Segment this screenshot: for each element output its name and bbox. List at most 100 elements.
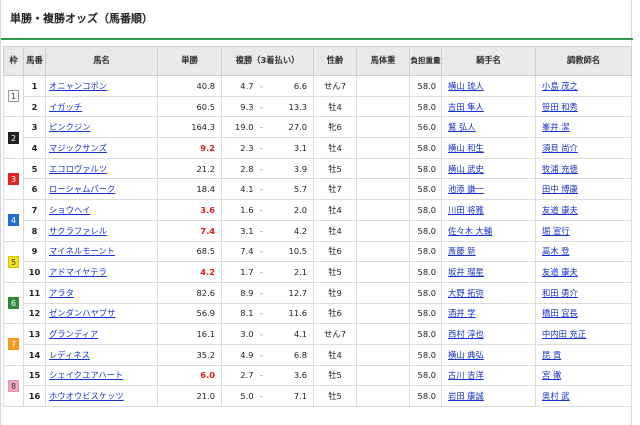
horse-link[interactable]: エコロヴァルツ bbox=[49, 164, 107, 174]
trainer-link[interactable]: 友道 康夫 bbox=[542, 267, 578, 277]
trainer-link[interactable]: 峯井 潔 bbox=[542, 122, 570, 132]
place-odds-low: 19.0 bbox=[221, 116, 256, 139]
horse-cell: アドマイヤテラ bbox=[45, 261, 158, 283]
trainer-cell: 笹田 和秀 bbox=[535, 95, 633, 118]
umaban-cell: 16 bbox=[23, 385, 46, 407]
jockey-link[interactable]: 横山 琉人 bbox=[448, 81, 484, 91]
trainer-link[interactable]: 橋田 宜長 bbox=[542, 308, 578, 318]
place-odds-separator: - bbox=[255, 137, 268, 159]
weight-cell bbox=[356, 199, 411, 221]
trainer-link[interactable]: 田中 博康 bbox=[542, 184, 578, 194]
horse-link[interactable]: イガッチ bbox=[49, 102, 82, 112]
jockey-link[interactable]: 横山 典弘 bbox=[448, 350, 484, 360]
trainer-link[interactable]: 牧浦 充徳 bbox=[542, 164, 578, 174]
umaban-cell: 14 bbox=[23, 343, 46, 366]
horse-link[interactable]: ゼンダンハヤブサ bbox=[49, 308, 115, 318]
waku-badge: 4 bbox=[8, 214, 19, 227]
trainer-link[interactable]: 高木 登 bbox=[542, 246, 570, 256]
place-odds-low: 9.3 bbox=[221, 95, 256, 118]
place-odds-high: 3.6 bbox=[267, 364, 315, 387]
place-odds-high: 2.1 bbox=[267, 261, 315, 283]
header-umaban: 馬番 bbox=[23, 46, 46, 76]
horse-link[interactable]: シェイクユアハート bbox=[49, 370, 123, 380]
umaban-cell: 10 bbox=[23, 261, 46, 283]
horse-link[interactable]: グランディア bbox=[49, 329, 98, 339]
place-odds-separator: - bbox=[255, 385, 268, 407]
place-odds-low: 3.0 bbox=[221, 323, 256, 345]
jockey-cell: 池添 謙一 bbox=[441, 178, 537, 201]
waku-cell: 6 bbox=[3, 281, 24, 325]
jockey-link[interactable]: 西村 淳也 bbox=[448, 329, 484, 339]
trainer-link[interactable]: 須貝 尚介 bbox=[542, 143, 578, 153]
weight-cell bbox=[356, 219, 411, 242]
jockey-cell: 川田 将雅 bbox=[441, 199, 537, 221]
horse-link[interactable]: オニャンコポン bbox=[49, 81, 107, 91]
trainer-link[interactable]: 小島 茂之 bbox=[542, 81, 578, 91]
table-row: 2 イガッチ 60.5 9.3-13.3 牡4 58.0 吉田 隼人 笹田 和秀 bbox=[4, 95, 633, 118]
jockey-link[interactable]: 川田 将雅 bbox=[448, 205, 484, 215]
trainer-link[interactable]: 中内田 充正 bbox=[542, 329, 586, 339]
jockey-cell: 西村 淳也 bbox=[441, 323, 537, 345]
place-odds-high: 27.0 bbox=[267, 116, 315, 139]
trainer-link[interactable]: 和田 勇介 bbox=[542, 288, 578, 298]
jockey-link[interactable]: 池添 謙一 bbox=[448, 184, 484, 194]
weight-cell bbox=[356, 364, 411, 387]
place-odds-high: 2.0 bbox=[267, 199, 315, 221]
jockey-link[interactable]: 酒井 学 bbox=[448, 308, 476, 318]
kinryo-cell: 58.0 bbox=[409, 95, 443, 118]
horse-link[interactable]: アラタ bbox=[49, 288, 74, 298]
kinryo-cell: 58.0 bbox=[409, 137, 443, 159]
jockey-link[interactable]: 斎藤 新 bbox=[448, 246, 476, 256]
place-odds-low: 2.7 bbox=[221, 364, 256, 387]
jockey-link[interactable]: 佐々木 大輔 bbox=[448, 226, 492, 236]
weight-cell bbox=[356, 385, 411, 407]
jockey-link[interactable]: 吉田 隼人 bbox=[448, 102, 484, 112]
place-odds-low: 5.0 bbox=[221, 385, 256, 407]
horse-link[interactable]: マイネルモーント bbox=[49, 246, 115, 256]
place-odds-separator: - bbox=[255, 323, 268, 345]
jockey-link[interactable]: 坂井 瑠星 bbox=[448, 267, 484, 277]
trainer-link[interactable]: 宮 徹 bbox=[542, 370, 561, 380]
horse-link[interactable]: ショウヘイ bbox=[49, 205, 91, 215]
place-odds-separator: - bbox=[255, 343, 268, 366]
weight-cell bbox=[356, 343, 411, 366]
horse-link[interactable]: ピンクジン bbox=[49, 122, 91, 132]
place-odds-high: 12.7 bbox=[267, 281, 315, 304]
jockey-cell: 横山 武史 bbox=[441, 157, 537, 180]
trainer-link[interactable]: 堀 宣行 bbox=[542, 226, 570, 236]
place-odds-low: 1.6 bbox=[221, 199, 256, 221]
umaban-cell: 3 bbox=[23, 116, 46, 139]
horse-link[interactable]: ローシャムパーク bbox=[49, 184, 115, 194]
horse-link[interactable]: アドマイヤテラ bbox=[49, 267, 107, 277]
jockey-link[interactable]: 大野 拓弥 bbox=[448, 288, 484, 298]
jockey-link[interactable]: 鷲 弘人 bbox=[448, 122, 476, 132]
place-odds-low: 8.9 bbox=[221, 281, 256, 304]
waku-cell: 2 bbox=[3, 116, 24, 159]
sexage-cell: 牡5 bbox=[313, 261, 358, 283]
waku-badge: 2 bbox=[8, 131, 19, 144]
place-odds-low: 2.3 bbox=[221, 137, 256, 159]
horse-link[interactable]: レディネス bbox=[49, 350, 90, 360]
trainer-link[interactable]: 昆 貢 bbox=[542, 350, 561, 360]
sexage-cell: 牡5 bbox=[313, 385, 358, 407]
umaban-cell: 7 bbox=[23, 199, 46, 221]
horse-link[interactable]: ホウオウビスケッツ bbox=[49, 391, 124, 401]
table-row: 1 1 オニャンコポン 40.8 4.7-6.6 せん7 58.0 横山 琉人 小島 茂之 bbox=[3, 74, 633, 118]
jockey-link[interactable]: 岩田 康誠 bbox=[448, 391, 484, 401]
trainer-link[interactable]: 友道 康夫 bbox=[542, 205, 578, 215]
sexage-cell: 牡6 bbox=[313, 302, 358, 325]
horse-link[interactable]: サクラファレル bbox=[49, 226, 107, 236]
trainer-link[interactable]: 笹田 和秀 bbox=[542, 102, 578, 112]
win-odds: 16.1 bbox=[157, 323, 222, 345]
waku-badge: 8 bbox=[8, 379, 19, 392]
jockey-link[interactable]: 横山 武史 bbox=[448, 164, 484, 174]
jockey-cell: 斎藤 新 bbox=[441, 240, 537, 263]
jockey-link[interactable]: 横山 和生 bbox=[448, 143, 484, 153]
win-odds: 18.4 bbox=[157, 178, 222, 201]
jockey-cell: 横山 和生 bbox=[441, 137, 537, 159]
horse-cell: ホウオウビスケッツ bbox=[45, 385, 158, 407]
horse-link[interactable]: マジックサンズ bbox=[49, 143, 107, 153]
trainer-link[interactable]: 奥村 武 bbox=[542, 391, 570, 401]
jockey-link[interactable]: 古川 吉洋 bbox=[448, 370, 484, 380]
header-sexage: 性齢 bbox=[313, 46, 358, 76]
